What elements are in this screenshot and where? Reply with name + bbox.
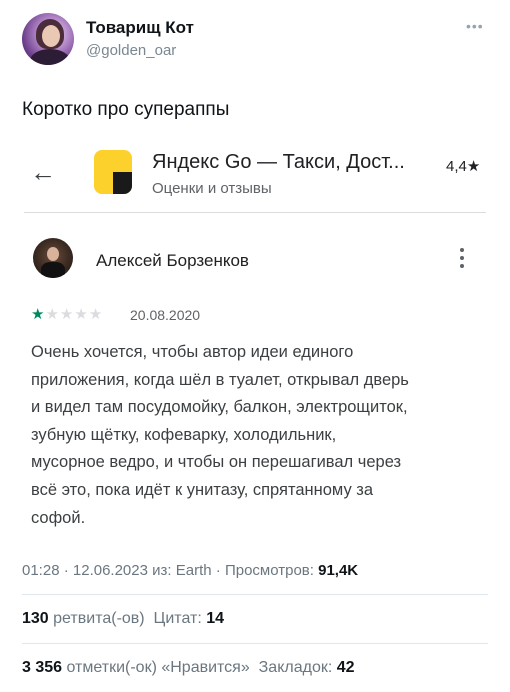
retweets-quotes-line: 130 ретвита(-ов) Цитат: 14	[22, 610, 224, 628]
likes-bookmarks-line: 3 356 отметки(-ок) «Нравится» Закладок: …	[22, 659, 355, 677]
divider	[22, 594, 488, 595]
retweets-label[interactable]: ретвита(-ов)	[53, 610, 144, 627]
author-name[interactable]: Товарищ Кот	[86, 18, 194, 38]
more-horizontal-icon[interactable]: •••	[466, 18, 484, 34]
review-text: Очень хочется, чтобы автор идеи единого …	[31, 343, 409, 527]
author-avatar[interactable]	[22, 13, 74, 65]
reviewer-avatar	[33, 238, 73, 278]
likes-count[interactable]: 3 356	[22, 659, 62, 676]
tweet-source: Earth	[175, 562, 212, 579]
star-empty-icon: ★	[59, 306, 75, 323]
app-title: Яндекс Go — Такси, Дост...	[152, 151, 405, 173]
quotes-label[interactable]: Цитат:	[154, 610, 202, 627]
app-divider	[24, 212, 486, 213]
star-empty-icon: ★	[74, 306, 89, 323]
star-empty-icon: ★	[88, 306, 104, 323]
views-count: 91,4K	[318, 562, 359, 579]
avatar-body	[30, 49, 70, 65]
reviewer-name: Алексей Борзенков	[96, 251, 249, 270]
bookmarks-label: Закладок:	[258, 659, 333, 676]
review-date: 20.08.2020	[130, 307, 201, 323]
tweet-time[interactable]: 01:28	[22, 562, 60, 579]
star-filled-icon: ★	[31, 306, 46, 323]
tweet-text: Коротко про супераппы	[22, 99, 230, 120]
review-stars: ★★★★★	[31, 305, 103, 323]
app-subtitle: Оценки и отзывы	[152, 180, 272, 197]
yandex-go-app-icon	[94, 150, 132, 194]
retweets-count[interactable]: 130	[22, 610, 49, 627]
app-rating: 4,4★	[446, 158, 481, 175]
tweet-meta: 01:28 · 12.06.2023 из: Earth · Просмотро…	[22, 562, 359, 579]
arrow-left-icon: ←	[30, 157, 56, 187]
quotes-count[interactable]: 14	[206, 610, 224, 627]
author-handle[interactable]: @golden_oar	[86, 42, 176, 59]
tweet-date[interactable]: 12.06.2023	[73, 562, 148, 579]
divider	[22, 643, 488, 644]
more-vertical-icon	[459, 248, 465, 272]
bookmarks-count: 42	[336, 659, 355, 676]
source-prefix: из:	[152, 562, 172, 579]
views-label: Просмотров:	[224, 562, 314, 579]
likes-label[interactable]: отметки(-ок) «Нравится»	[67, 659, 250, 676]
star-empty-icon: ★	[45, 306, 60, 323]
avatar-face	[42, 25, 60, 47]
